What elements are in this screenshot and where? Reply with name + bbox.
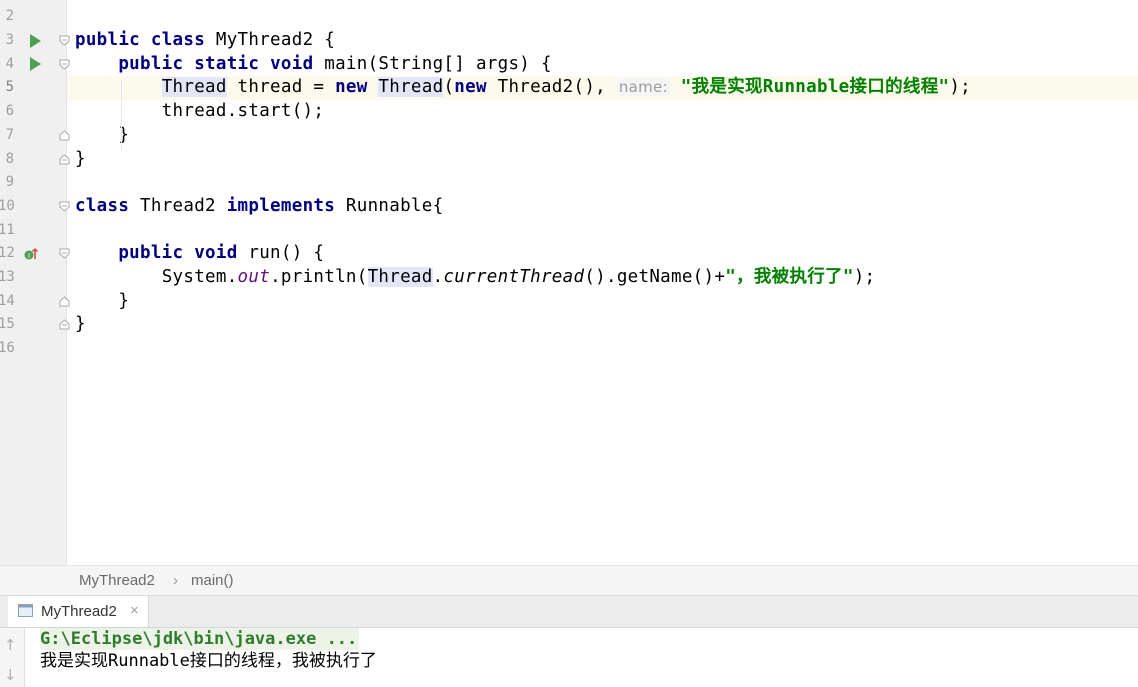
code-line: 10 class Thread2 implements Runnable{ [0,195,1138,219]
indent-guide [121,80,122,150]
code-text: public class MyThread2 { [75,30,336,50]
line-number: 6 [5,103,14,120]
line-number: 9 [5,174,14,191]
code-text: } [75,290,130,311]
code-line: 5 Thread thread = new Thread(new Thread2… [0,76,1138,100]
line-number: 15 [0,316,15,333]
code-line: 6 thread.start(); [0,100,1138,124]
close-icon[interactable]: × [130,602,139,619]
breadcrumb: MyThread2 › main() [0,565,1138,596]
fold-icon[interactable] [59,319,70,330]
code-text: thread.start(); [75,101,325,122]
fold-icon[interactable] [59,201,70,212]
line-number: 13 [0,269,15,285]
fold-icon[interactable] [59,59,70,70]
code-text: System.out.println(Thread.currentThread(… [161,267,876,287]
code-line: 11 [0,219,1138,243]
line-number: 16 [0,340,15,357]
code-text: } [75,148,86,169]
code-line: 16 [0,337,1138,361]
code-line: 14 } [0,290,1138,314]
fold-icon[interactable] [59,35,70,46]
run-icon[interactable] [30,33,41,48]
code-line: 3 public class MyThread2 { [0,29,1138,53]
code-text: public static void main(String[] args) { [118,53,552,74]
scroll-down-icon[interactable]: ↓ [4,666,17,684]
breadcrumb-method[interactable]: main() [191,572,234,589]
code-line: 2 [0,5,1138,29]
line-number: 4 [5,55,14,72]
run-panel: MyThread2 × ↑ ↓ G:\Eclipse\jdk\bin\java.… [0,595,1138,687]
console-command-line[interactable]: G:\Eclipse\jdk\bin\java.exe ... [40,628,360,650]
line-number: 10 [0,197,15,214]
line-number: 3 [5,32,14,48]
code-editor[interactable]: 2 3 public class MyThread2 { 4 public st… [0,0,1138,565]
line-number: 12 [0,245,15,262]
breadcrumb-class[interactable]: MyThread2 [79,572,155,589]
fold-icon[interactable] [59,296,70,307]
code-line: 15 } [0,313,1138,337]
line-number: 14 [0,292,15,309]
svg-text:I: I [28,252,30,260]
line-number: 11 [0,221,15,238]
code-line: 4 public static void main(String[] args)… [0,53,1138,77]
scroll-up-icon[interactable]: ↑ [4,636,17,654]
parameter-hint: name: [616,78,670,97]
console-toolbar: ↑ ↓ [0,628,25,687]
code-text: class Thread2 implements Runnable{ [75,195,444,216]
fold-icon[interactable] [59,130,70,141]
fold-icon[interactable] [59,153,70,165]
code-line: 13 System.out.println(Thread.currentThre… [0,266,1138,290]
line-number: 8 [5,150,14,167]
run-tab-label: MyThread2 [41,603,117,620]
line-number: 7 [5,126,14,143]
code-line: 8 } [0,148,1138,172]
code-line: 7 } [0,124,1138,148]
run-tab-bar: MyThread2 × [0,596,1138,628]
code-text: public void run() { [118,243,325,264]
implements-icon[interactable]: I [24,247,38,261]
code-text: } [75,314,86,335]
breadcrumb-separator: › [173,572,178,589]
line-number: 2 [5,8,14,24]
code-line: 12 I public void run() { [0,242,1138,266]
line-number: 5 [5,79,14,96]
code-line: 9 [0,171,1138,195]
run-tab[interactable]: MyThread2 × [8,596,149,627]
console-tab-icon [18,604,33,617]
run-icon[interactable] [30,57,41,72]
console-output-line: 我是实现Runnable接口的线程，我被执行了 [40,651,377,671]
fold-icon[interactable] [59,248,70,259]
code-text: Thread thread = new Thread(new Thread2()… [161,77,971,98]
